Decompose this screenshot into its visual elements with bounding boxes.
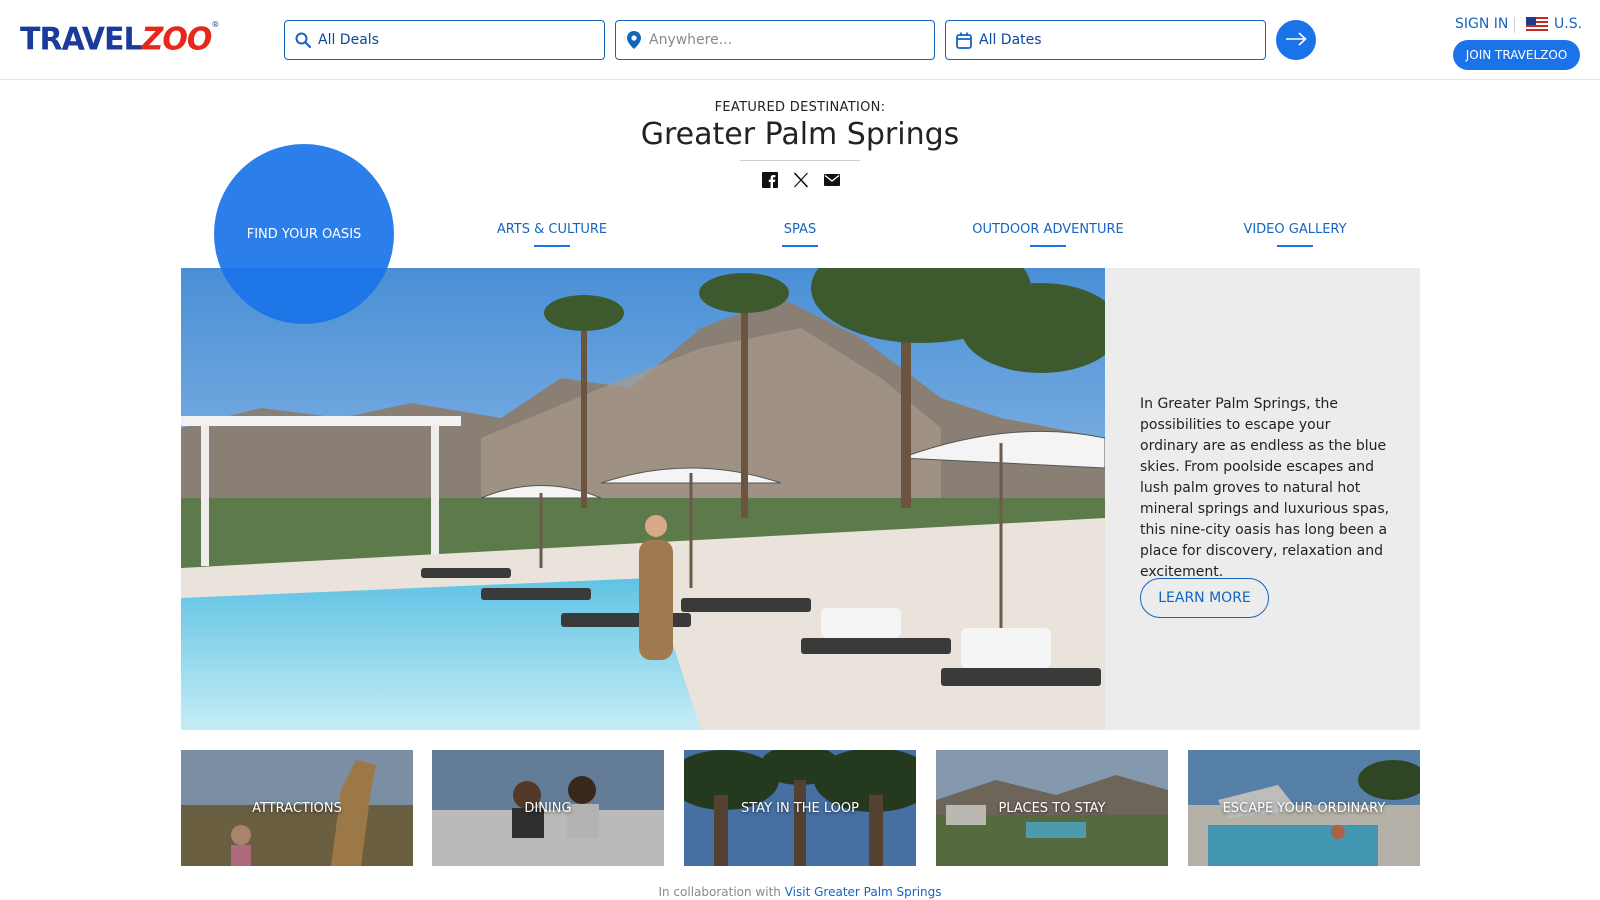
tile-attractions[interactable]: ATTRACTIONS: [181, 750, 413, 866]
hero-section: In Greater Palm Springs, the possibiliti…: [181, 268, 1420, 730]
tab-outdoor-adventure[interactable]: OUTDOOR ADVENTURE: [966, 222, 1130, 247]
tab-spas[interactable]: SPAS: [760, 222, 840, 247]
visit-palm-springs-link[interactable]: Visit Greater Palm Springs: [785, 885, 942, 899]
join-travelzoo-button[interactable]: JOIN TRAVELZOO: [1453, 40, 1580, 70]
tile-escape-your-ordinary[interactable]: ESCAPE YOUR ORDINARY: [1188, 750, 1420, 866]
collaboration-note: In collaboration with Visit Greater Palm…: [0, 885, 1600, 899]
tile-label: DINING: [432, 750, 664, 866]
collab-prefix: In collaboration with: [658, 885, 781, 899]
featured-destination-label: FEATURED DESTINATION:: [714, 100, 886, 115]
travelzoo-logo[interactable]: TRAVELZOO ®: [20, 20, 219, 60]
us-flag-icon: [1526, 17, 1548, 31]
tab-underline: [782, 245, 818, 247]
tab-arts-culture[interactable]: ARTS & CULTURE: [490, 222, 614, 247]
location-pin-icon: [625, 31, 643, 49]
tab-label: OUTDOOR ADVENTURE: [972, 222, 1124, 237]
title-divider: [740, 160, 860, 161]
sign-in-link[interactable]: SIGN IN: [1455, 16, 1508, 32]
deals-search-field[interactable]: All Deals: [284, 20, 605, 60]
region-label: U.S.: [1554, 16, 1583, 32]
tab-label: VIDEO GALLERY: [1243, 222, 1347, 237]
share-bar: [760, 170, 842, 190]
dates-value[interactable]: All Dates: [979, 32, 1042, 48]
tile-label: ESCAPE YOUR ORDINARY: [1188, 750, 1420, 866]
destination-field[interactable]: [615, 20, 935, 60]
tab-underline: [534, 245, 570, 247]
facebook-icon[interactable]: [760, 170, 780, 190]
tile-label: ATTRACTIONS: [181, 750, 413, 866]
logo-wordmark: TRAVELZOO: [20, 21, 212, 58]
tab-underline: [1277, 245, 1313, 247]
search-go-button[interactable]: [1276, 20, 1316, 60]
search-icon: [294, 31, 312, 49]
destination-input[interactable]: [649, 32, 909, 48]
email-icon[interactable]: [822, 170, 842, 190]
arrow-right-icon: [1285, 31, 1307, 50]
tab-find-your-oasis[interactable]: FIND YOUR OASIS: [214, 144, 394, 324]
site-header: TRAVELZOO ® All Deals All Dates SIGN IN …: [0, 0, 1600, 80]
header-divider: [1514, 17, 1515, 33]
page-title: Greater Palm Springs: [640, 117, 960, 152]
deals-search-value[interactable]: All Deals: [318, 32, 379, 48]
tile-label: PLACES TO STAY: [936, 750, 1168, 866]
tab-label: SPAS: [783, 222, 817, 237]
calendar-icon: [955, 31, 973, 49]
x-twitter-icon[interactable]: [791, 170, 811, 190]
tab-video-gallery[interactable]: VIDEO GALLERY: [1230, 222, 1360, 247]
tile-places-to-stay[interactable]: PLACES TO STAY: [936, 750, 1168, 866]
tab-label: ARTS & CULTURE: [496, 222, 608, 237]
hero-pool-image: [181, 268, 1105, 730]
registered-mark: ®: [211, 20, 220, 29]
tile-dining[interactable]: DINING: [432, 750, 664, 866]
dates-field[interactable]: All Dates: [945, 20, 1266, 60]
tab-underline: [1030, 245, 1066, 247]
tile-label: STAY IN THE LOOP: [684, 750, 916, 866]
tile-stay-in-the-loop[interactable]: STAY IN THE LOOP: [684, 750, 916, 866]
hero-description: In Greater Palm Springs, the possibiliti…: [1140, 396, 1390, 580]
learn-more-button[interactable]: LEARN MORE: [1140, 578, 1269, 618]
region-selector[interactable]: U.S.: [1526, 16, 1582, 32]
